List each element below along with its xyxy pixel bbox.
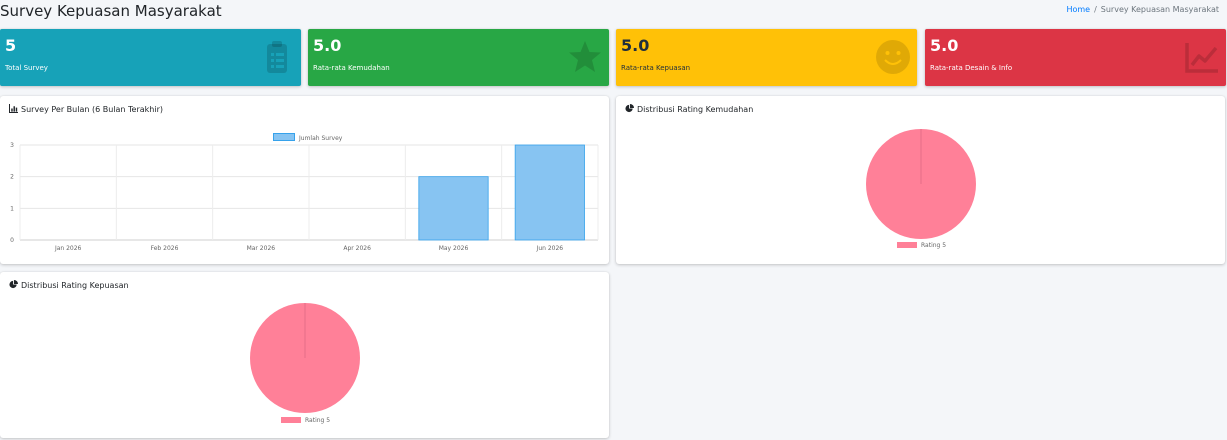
- breadcrumb-current: Survey Kepuasan Masyarakat: [1100, 5, 1219, 14]
- bar: [418, 176, 489, 241]
- chart-pie-icon: [9, 280, 18, 289]
- stat-design-info-average: 5.0 Rata-rata Desain & Info: [925, 29, 1226, 86]
- chart-pie-icon: [625, 104, 634, 113]
- y-tick-label: 2: [10, 174, 14, 181]
- stat-label: Rata-rata Kepuasan: [621, 64, 691, 73]
- stat-value: 5: [5, 36, 17, 55]
- card-title: Survey Per Bulan (6 Bulan Terakhir): [9, 104, 163, 114]
- stat-label: Rata-rata Kemudahan: [313, 64, 390, 73]
- bar-chart: 0 1 2 3 Jan 2026 Feb 2026 Mar 2026 Apr 2026 May …: [10, 142, 599, 252]
- card-title: Distribusi Rating Kemudahan: [625, 104, 753, 114]
- satisfaction-rating-card: Distribusi Rating Kepuasan Rating 5: [0, 272, 609, 438]
- x-tick-label: Jan 2026: [54, 245, 82, 252]
- stat-total-survey: 5 Total Survey: [0, 29, 301, 86]
- card-title-text: Distribusi Rating Kemudahan: [637, 105, 754, 114]
- x-tick-label: Feb 2026: [151, 245, 179, 252]
- x-tick-label: Jun 2026: [536, 245, 564, 252]
- legend-label: Rating 5: [921, 242, 947, 249]
- breadcrumb-separator: /: [1094, 5, 1097, 14]
- chart-bar-icon: [9, 104, 18, 113]
- pie-legend: Rating 5: [281, 417, 330, 424]
- satisfaction-pie-chart: [250, 303, 360, 413]
- y-tick-label: 3: [10, 142, 14, 149]
- pie-legend: Rating 5: [897, 242, 946, 249]
- monthly-survey-card: Survey Per Bulan (6 Bulan Terakhir) Juml…: [0, 96, 609, 264]
- x-tick-label: Mar 2026: [247, 245, 276, 252]
- card-title-text: Distribusi Rating Kepuasan: [21, 281, 129, 290]
- breadcrumb-home-link[interactable]: Home: [1066, 5, 1090, 14]
- ease-rating-card: Distribusi Rating Kemudahan Rating 5: [616, 96, 1225, 264]
- stat-value: 5.0: [930, 36, 959, 55]
- breadcrumb: Home / Survey Kepuasan Masyarakat: [1066, 5, 1219, 14]
- bar: [514, 144, 585, 241]
- legend-swatch: [897, 242, 917, 248]
- card-title: Distribusi Rating Kepuasan: [9, 280, 129, 290]
- x-tick-label: May 2026: [439, 245, 469, 252]
- page-title: Survey Kepuasan Masyarakat: [0, 2, 222, 20]
- smile-icon: [876, 40, 910, 74]
- clipboard-list-icon: [267, 41, 287, 73]
- stat-value: 5.0: [313, 36, 342, 55]
- legend-label: Rating 5: [305, 417, 331, 424]
- chart-line-icon: [1185, 43, 1218, 73]
- y-tick-label: 1: [10, 205, 14, 212]
- stat-value: 5.0: [621, 36, 650, 55]
- stat-label: Rata-rata Desain & Info: [930, 64, 1013, 73]
- card-title-text: Survey Per Bulan (6 Bulan Terakhir): [21, 105, 163, 114]
- stat-label: Total Survey: [5, 64, 48, 73]
- star-icon: [569, 41, 601, 72]
- legend-swatch: [281, 417, 301, 423]
- y-tick-label: 0: [10, 237, 14, 244]
- stat-ease-average: 5.0 Rata-rata Kemudahan: [308, 29, 609, 86]
- x-tick-label: Apr 2026: [343, 245, 371, 252]
- stat-satisfaction-average: 5.0 Rata-rata Kepuasan: [616, 29, 917, 86]
- ease-pie-chart: [866, 129, 976, 239]
